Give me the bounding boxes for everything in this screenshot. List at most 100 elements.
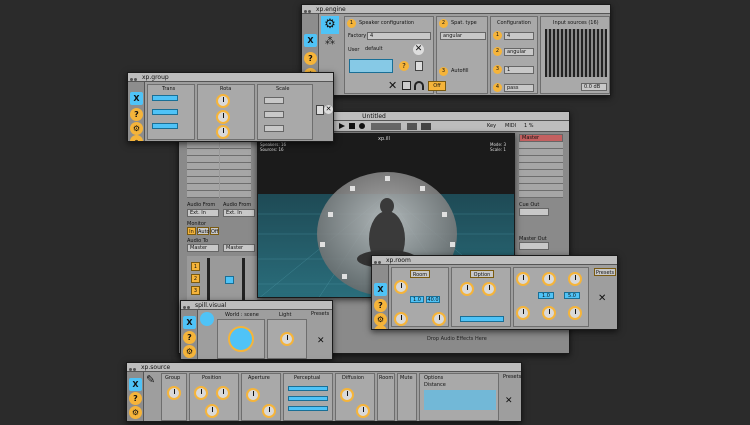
audio-to-select-2[interactable]: Master — [223, 244, 255, 252]
trans-y[interactable] — [152, 109, 178, 115]
monitor-in-button[interactable]: In — [187, 227, 196, 235]
stop-button[interactable] — [349, 123, 355, 129]
group-doc-icon[interactable] — [316, 105, 324, 115]
factory-select[interactable]: 4 — [367, 32, 431, 40]
conf-value-3[interactable]: 1 — [504, 66, 534, 74]
room-close-icon[interactable]: ✕ — [598, 294, 608, 304]
monitor-off-button[interactable]: Off — [210, 227, 219, 235]
config-doc-icon[interactable] — [415, 61, 423, 71]
config-help-icon[interactable]: ? — [399, 61, 409, 71]
engine-network-icon[interactable]: ⁂ — [321, 36, 339, 50]
engine-help-icon[interactable]: ? — [304, 52, 317, 65]
group-help-icon[interactable]: ? — [130, 108, 143, 121]
perceptual-slider-2[interactable] — [288, 396, 328, 401]
solo-button[interactable] — [225, 276, 234, 284]
option-knob-2[interactable] — [482, 282, 496, 296]
light-knob[interactable] — [280, 332, 294, 346]
trans-x[interactable] — [152, 95, 178, 101]
room-presets-button[interactable]: Presets — [594, 268, 616, 276]
engine-off-button[interactable]: Off — [428, 81, 446, 91]
group-knob[interactable] — [167, 386, 181, 400]
config-preview-button[interactable] — [349, 59, 393, 73]
visual-gear-icon[interactable]: ⚙ — [183, 345, 196, 358]
room-help-icon[interactable]: ? — [374, 299, 387, 312]
room-val-4[interactable]: 5.0 — [564, 292, 580, 299]
group-close-icon[interactable]: ✕ — [324, 105, 333, 114]
group-gear-icon[interactable]: ⚙ — [130, 122, 143, 135]
audio-from-select[interactable]: Ext. In — [187, 209, 219, 217]
master-track-header[interactable]: Master — [519, 134, 563, 142]
record-button[interactable] — [359, 123, 365, 129]
conf-value-2[interactable]: angular — [504, 48, 534, 56]
cue-out-select[interactable] — [519, 208, 549, 216]
user-clear-icon[interactable]: ✕ — [413, 44, 424, 55]
option-knob-1[interactable] — [460, 282, 474, 296]
scale-x[interactable] — [264, 97, 284, 104]
play-button[interactable] — [339, 123, 345, 129]
input-gain-display[interactable]: 0.0 dB — [581, 83, 607, 91]
room-val-2[interactable]: 40.0 — [426, 296, 440, 303]
source-help-icon[interactable]: ? — [129, 392, 142, 405]
conf-value-4[interactable]: pass — [504, 84, 534, 92]
loop-button[interactable] — [407, 123, 417, 130]
track-number-2[interactable]: 2 — [191, 274, 200, 283]
engine-headphones-icon[interactable] — [414, 81, 424, 90]
autofill-label[interactable]: Autofill — [451, 68, 469, 74]
metronome-button[interactable] — [421, 123, 431, 130]
diffusion-knob-1[interactable] — [340, 388, 354, 402]
aperture-knob-1[interactable] — [246, 388, 260, 402]
source-gear-icon[interactable]: ⚙ — [129, 406, 142, 419]
user-select[interactable]: default — [363, 46, 407, 54]
diffusion-knob-2[interactable] — [356, 404, 370, 418]
engine-close-icon[interactable]: ✕ — [388, 80, 398, 91]
room-param-knob-5[interactable] — [542, 306, 556, 320]
scale-z[interactable] — [264, 125, 284, 132]
room-xp-button[interactable]: X — [374, 283, 387, 296]
room-knob-3[interactable] — [432, 312, 446, 326]
room-label[interactable]: Room — [410, 270, 430, 278]
source-wrench-icon[interactable]: ✎ — [146, 374, 158, 386]
conf-value-1[interactable]: 4 — [504, 32, 534, 40]
aperture-knob-2[interactable] — [262, 404, 276, 418]
perceptual-slider-1[interactable] — [288, 386, 328, 391]
position-knob-1[interactable] — [194, 386, 208, 400]
engine-cube-icon[interactable] — [402, 81, 411, 90]
room-param-knob-2[interactable] — [542, 272, 556, 286]
key-label[interactable]: Key — [487, 123, 496, 129]
engine-big-gear-icon[interactable]: ⚙ — [321, 16, 339, 34]
zoom-label[interactable]: 1 % — [524, 123, 534, 129]
room-val-3[interactable]: 1.0 — [538, 292, 554, 299]
track-number-3[interactable]: 3 — [191, 286, 200, 295]
visual-globe-icon[interactable] — [200, 312, 214, 326]
option-slider[interactable] — [460, 316, 504, 322]
room-param-knob-1[interactable] — [516, 272, 530, 286]
room-param-knob-3[interactable] — [568, 272, 582, 286]
audio-from-select-2[interactable]: Ext. In — [223, 209, 255, 217]
group-xp-button[interactable]: X — [130, 92, 143, 105]
visual-xp-button[interactable]: X — [183, 316, 196, 329]
room-param-knob-4[interactable] — [516, 306, 530, 320]
room-knob-2[interactable] — [394, 312, 408, 326]
position-knob-3[interactable] — [205, 404, 219, 418]
option-label[interactable]: Option — [470, 270, 494, 278]
rota-knob-1[interactable] — [216, 94, 230, 108]
visual-help-icon[interactable]: ? — [183, 331, 196, 344]
spat-type-select[interactable]: angular — [440, 32, 486, 40]
audio-to-select[interactable]: Master — [187, 244, 219, 252]
drop-effects-text[interactable]: Drop Audio Effects Here — [427, 336, 487, 342]
tempo-display[interactable] — [371, 123, 401, 130]
rota-knob-2[interactable] — [216, 110, 230, 124]
room-param-knob-6[interactable] — [568, 306, 582, 320]
visual-close-icon[interactable]: ✕ — [317, 337, 326, 346]
world-preview[interactable] — [228, 326, 254, 352]
source-close-icon[interactable]: ✕ — [505, 397, 514, 406]
room-knob-1[interactable] — [394, 280, 408, 294]
group-search-icon[interactable]: ⌕ — [130, 135, 143, 141]
track-number-1[interactable]: 1 — [191, 262, 200, 271]
trans-z[interactable] — [152, 123, 178, 129]
monitor-auto-button[interactable]: Auto — [197, 227, 210, 235]
source-xp-button[interactable]: X — [129, 378, 142, 391]
master-out-select[interactable] — [519, 242, 549, 250]
room-search-icon[interactable]: ⌕ — [374, 325, 387, 329]
perceptual-slider-3[interactable] — [288, 406, 328, 411]
